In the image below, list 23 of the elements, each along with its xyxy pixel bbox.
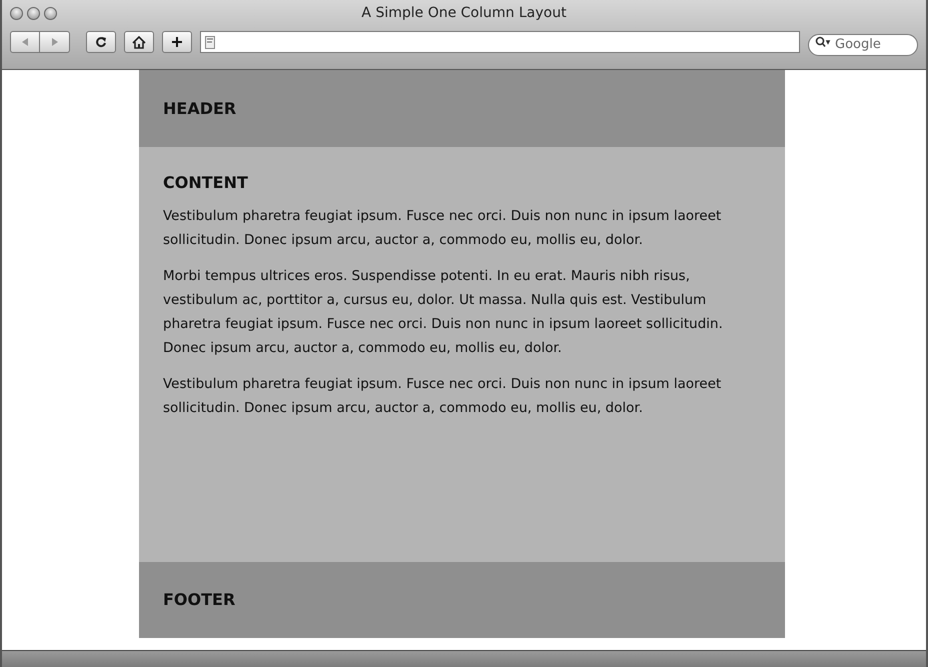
window-title: A Simple One Column Layout	[362, 5, 566, 21]
paragraph: Vestibulum pharetra feugiat ipsum. Fusce nec orci. Duis non nunc in ipsum laoreet sollicitudin. Donec ipsum arcu, auctor a, commodo eu, mollis eu, dolor.	[163, 375, 722, 418]
search-field[interactable]: Google	[808, 34, 918, 56]
back-button[interactable]	[10, 31, 40, 53]
forward-button[interactable]	[40, 31, 70, 53]
reload-icon	[95, 36, 107, 48]
back-arrow-icon	[20, 37, 30, 47]
paragraph: Morbi tempus ultrices eros. Suspendisse potenti. In eu erat. Mauris nibh risus, vestibulum ac, porttitor a, cursus eu, dolor. Ut massa. Nulla quis est. Vestibulum pharetra feugiat ipsum. Fusce nec orci. Duis non nunc in ipsum laoreet sollicitudin. Donec ipsum arcu, auctor a, commodo eu, mollis eu, dolor.	[163, 267, 724, 358]
home-button[interactable]	[124, 31, 154, 53]
address-field[interactable]	[200, 31, 800, 53]
content-heading: CONTENT	[163, 173, 249, 192]
close-button[interactable]	[10, 6, 23, 20]
minimize-button[interactable]	[27, 6, 40, 20]
plus-icon	[171, 36, 183, 48]
add-bookmark-button[interactable]	[162, 31, 192, 53]
paragraph: Vestibulum pharetra feugiat ipsum. Fusce nec orci. Duis non nunc in ipsum laoreet sollicitudin. Donec ipsum arcu, auctor a, commodo eu, mollis eu, dolor.	[163, 207, 722, 250]
forward-arrow-icon	[50, 37, 60, 47]
zoom-button[interactable]	[44, 6, 57, 20]
home-icon	[132, 36, 146, 48]
reload-button[interactable]	[86, 31, 116, 53]
page-icon	[205, 36, 215, 48]
header-heading: HEADER	[163, 98, 236, 118]
footer-heading: FOOTER	[163, 590, 236, 610]
